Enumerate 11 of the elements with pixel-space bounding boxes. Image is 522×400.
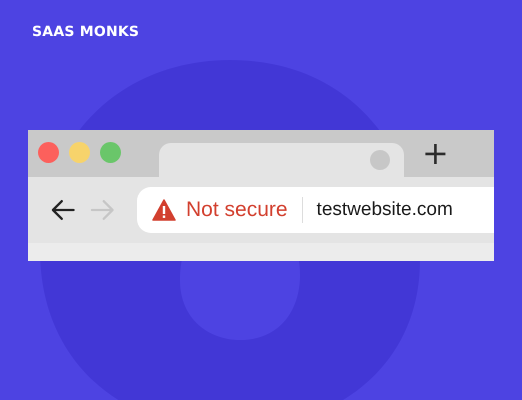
- tab-close-icon[interactable]: [370, 150, 390, 170]
- browser-tab[interactable]: [159, 143, 404, 177]
- new-tab-button[interactable]: +: [422, 137, 449, 169]
- security-label: Not secure: [186, 198, 288, 222]
- url-text: testwebsite.com: [316, 199, 453, 221]
- window-control-dot[interactable]: [38, 142, 59, 163]
- brand-logo: SAAS MONKS: [32, 24, 140, 40]
- window-control-dot[interactable]: [69, 142, 90, 163]
- back-arrow-icon[interactable]: [50, 199, 76, 221]
- address-bar[interactable]: Not secure testwebsite.com: [137, 187, 494, 233]
- window-control-dot[interactable]: [100, 142, 121, 163]
